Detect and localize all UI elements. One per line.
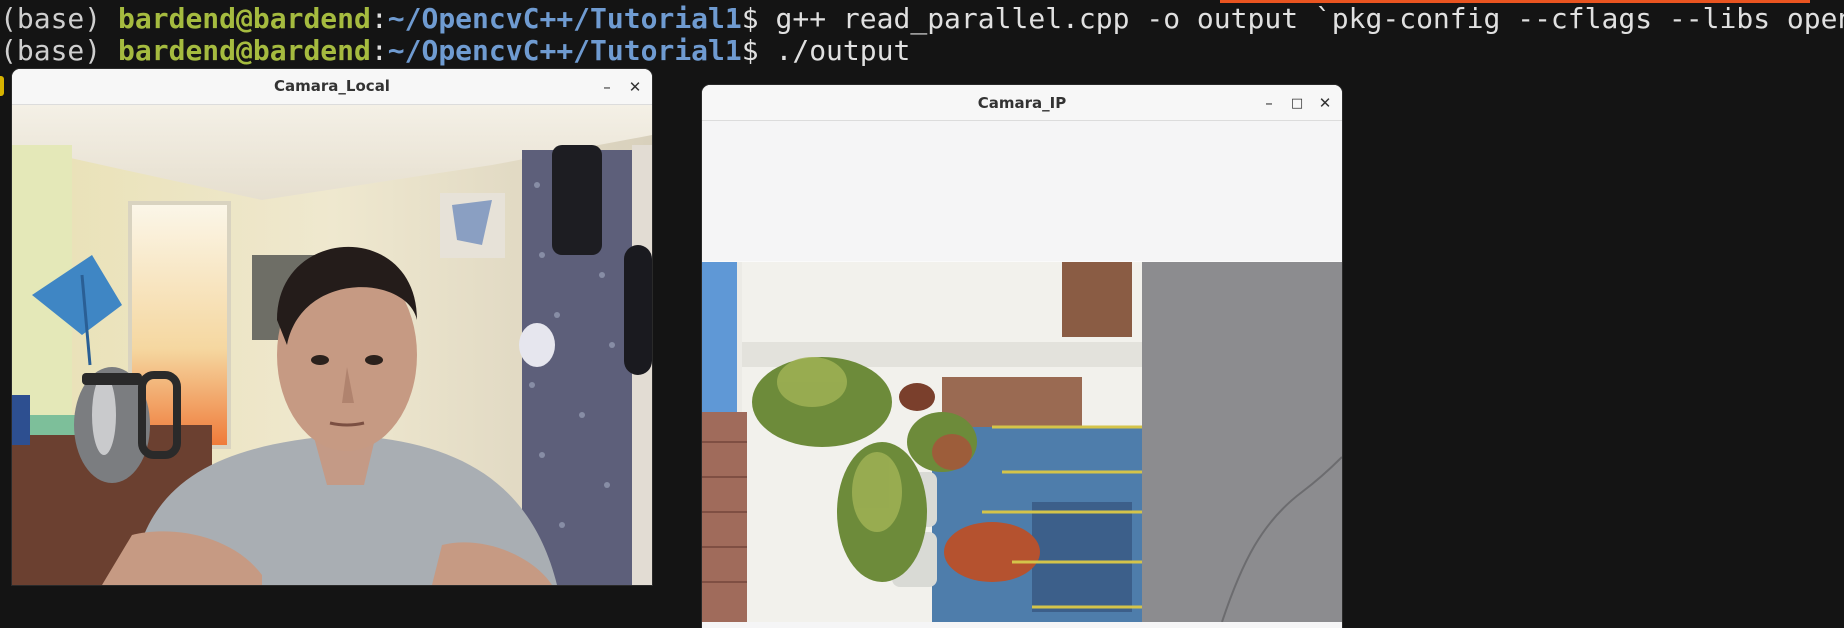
window-title: Camara_Local xyxy=(274,77,390,95)
window-camara-local[interactable]: Camara_Local – ✕ xyxy=(12,69,652,585)
window-titlebar[interactable]: Camara_Local – ✕ xyxy=(12,69,652,105)
prompt-symbol: $ xyxy=(741,34,776,67)
working-directory: ~/OpencvC++/Tutorial1 xyxy=(387,2,742,35)
user-host: bardend@bardend xyxy=(118,2,371,35)
close-icon[interactable]: ✕ xyxy=(1312,90,1338,116)
prompt-symbol: $ xyxy=(741,2,776,35)
window-camara-ip[interactable]: Camara_IP – □ ✕ xyxy=(702,85,1342,628)
command-text: g++ read_parallel.cpp -o output `pkg-con… xyxy=(775,2,1844,35)
canvas-bottom-margin xyxy=(702,622,1342,628)
maximize-icon[interactable]: □ xyxy=(1284,90,1310,116)
window-title: Camara_IP xyxy=(977,94,1067,112)
conda-env-prefix: (base) xyxy=(0,34,119,67)
window-titlebar[interactable]: Camara_IP – □ ✕ xyxy=(702,85,1342,121)
canvas-blank-area xyxy=(702,121,1342,261)
command-text: ./output xyxy=(775,34,911,67)
user-host: bardend@bardend xyxy=(118,34,371,67)
minimize-icon[interactable]: – xyxy=(1256,90,1282,116)
close-icon[interactable]: ✕ xyxy=(622,74,648,100)
camera-feed-local xyxy=(12,105,652,585)
camera-feed-ip xyxy=(702,262,1342,622)
working-directory: ~/OpencvC++/Tutorial1 xyxy=(387,34,742,67)
prompt-separator: : xyxy=(370,34,388,67)
prompt-separator: : xyxy=(370,2,388,35)
terminal-line: (base) bardend@bardend:~/OpencvC++/Tutor… xyxy=(0,2,1844,36)
terminal-output[interactable]: (base) bardend@bardend:~/OpencvC++/Tutor… xyxy=(0,0,1844,96)
edge-indicator xyxy=(0,76,4,96)
conda-env-prefix: (base) xyxy=(0,2,119,35)
minimize-icon[interactable]: – xyxy=(594,74,620,100)
terminal-line: (base) bardend@bardend:~/OpencvC++/Tutor… xyxy=(0,34,910,68)
